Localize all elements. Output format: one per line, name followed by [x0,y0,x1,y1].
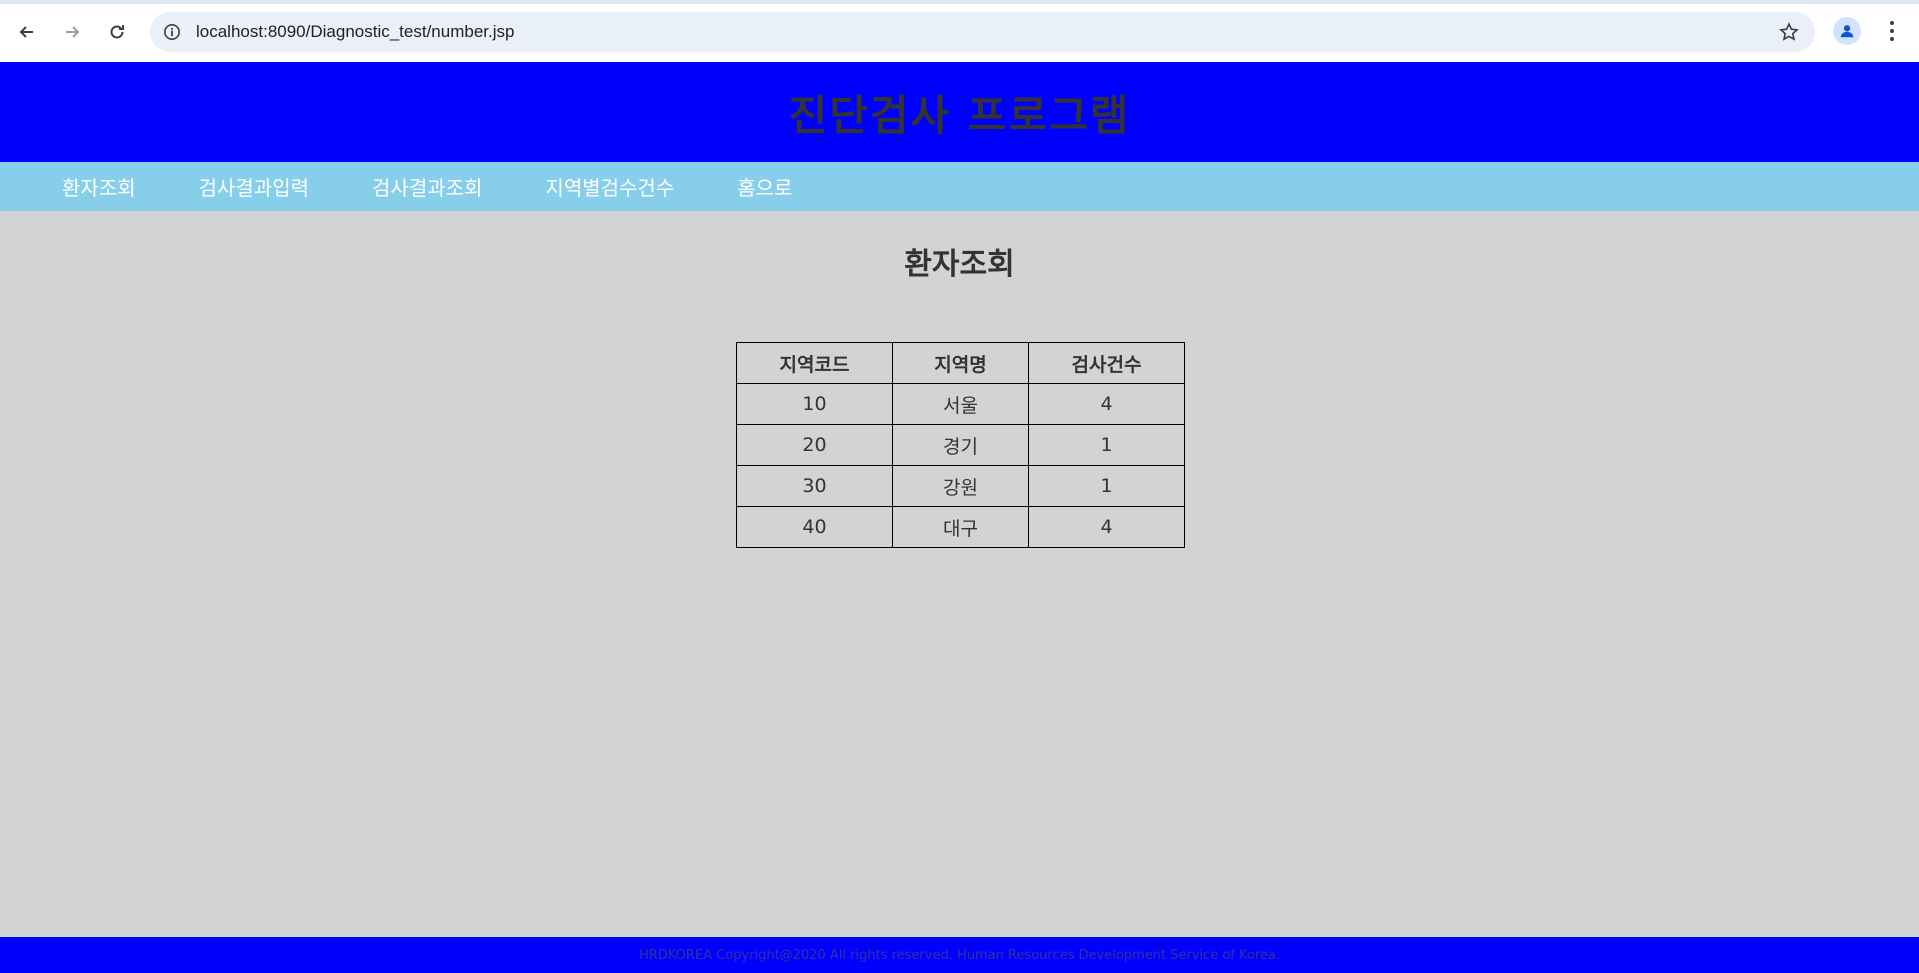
cell-region-code: 40 [736,506,893,548]
reload-icon [110,25,124,39]
table-header-row: 지역코드 지역명 검사건수 [736,342,1185,384]
nav-item-result-input[interactable]: 검사결과입력 [199,172,309,201]
cell-region-code: 10 [736,383,893,425]
nav-bar: 환자조회 검사결과입력 검사결과조회 지역별검수건수 홈으로 [0,162,1919,211]
cell-region-name: 서울 [892,383,1029,425]
page-footer: HRDKOREA Copyright@2020 All rights reser… [0,937,1919,973]
copyright-text: HRDKOREA Copyright@2020 All rights reser… [639,947,1280,963]
page-header: 진단검사 프로그램 [0,62,1919,162]
profile-avatar-icon[interactable] [1833,17,1861,45]
arrow-right-icon [66,26,80,38]
nav-item-result-lookup[interactable]: 검사결과조회 [372,172,482,201]
cell-region-name: 대구 [892,506,1029,548]
column-header-region-name: 지역명 [892,342,1029,384]
main-content: 환자조회 지역코드 지역명 검사건수 10 서울 4 20 경기 1 30 강원 [0,211,1919,937]
url-text[interactable]: localhost:8090/Diagnostic_test/number.js… [196,22,514,42]
tab-strip [0,0,1919,4]
browser-chrome: localhost:8090/Diagnostic_test/number.js… [0,0,1919,62]
column-header-region-code: 지역코드 [736,342,893,384]
cell-test-count: 1 [1028,465,1185,507]
forward-button[interactable] [54,14,90,50]
table-row: 40 대구 4 [736,506,1185,548]
cell-region-name: 경기 [892,424,1029,466]
region-count-table: 지역코드 지역명 검사건수 10 서울 4 20 경기 1 30 강원 1 40… [736,342,1185,548]
arrow-left-icon [19,26,33,38]
cell-test-count: 1 [1028,424,1185,466]
table-row: 30 강원 1 [736,465,1185,507]
kebab-menu-icon[interactable] [1878,17,1906,45]
section-heading: 환자조회 [904,247,1015,282]
nav-item-region-count[interactable]: 지역별검수건수 [545,172,674,201]
cell-region-name: 강원 [892,465,1029,507]
cell-region-code: 30 [736,465,893,507]
cell-test-count: 4 [1028,506,1185,548]
table-row: 20 경기 1 [736,424,1185,466]
bookmark-star-icon[interactable] [1779,22,1799,42]
reload-button[interactable] [99,14,135,50]
nav-item-home[interactable]: 홈으로 [737,172,792,201]
nav-item-patient-lookup[interactable]: 환자조회 [62,172,136,201]
site-info-icon[interactable] [162,22,182,42]
table-row: 10 서울 4 [736,383,1185,425]
page-title: 진단검사 프로그램 [788,90,1131,140]
address-bar[interactable]: localhost:8090/Diagnostic_test/number.js… [150,12,1815,52]
column-header-test-count: 검사건수 [1028,342,1185,384]
back-button[interactable] [9,14,45,50]
cell-region-code: 20 [736,424,893,466]
cell-test-count: 4 [1028,383,1185,425]
